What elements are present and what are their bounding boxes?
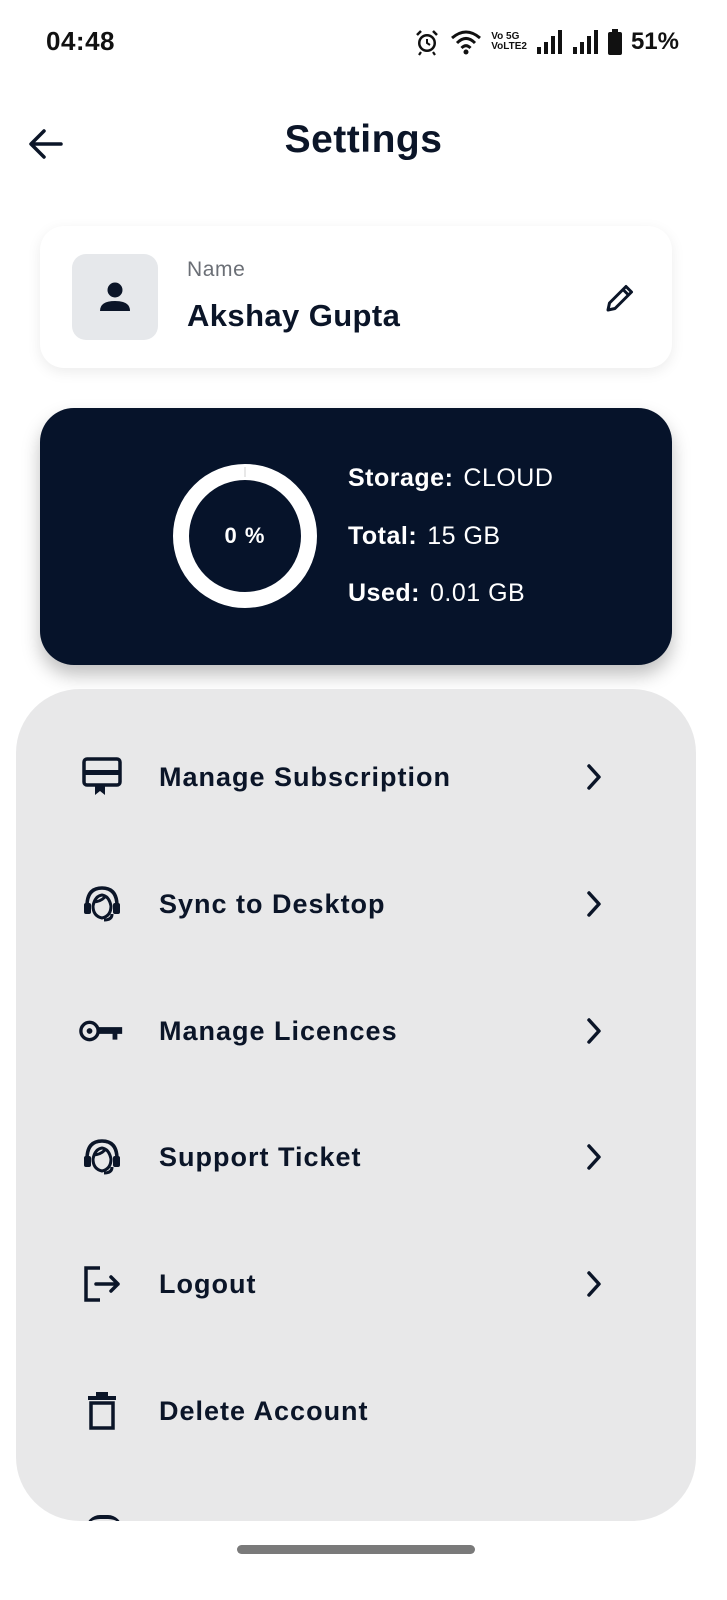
home-indicator[interactable]: [237, 1545, 475, 1554]
storage-type-value: CLOUD: [463, 464, 554, 492]
status-icons: Vo 5G VoLTE2 51%: [413, 24, 679, 60]
menu-item-label: Manage Subscription: [159, 761, 452, 792]
storage-total-value: 15 GB: [427, 522, 501, 550]
headset-agent-icon: [78, 880, 126, 928]
avatar: [72, 254, 158, 340]
signal-icon: [535, 29, 563, 55]
menu-item-label: Sync to Desktop: [159, 888, 386, 919]
key-icon: [78, 1007, 126, 1055]
menu-item-label: Logout: [159, 1268, 257, 1299]
profile-card: Name Akshay Gupta: [40, 226, 672, 368]
name-label: Name: [187, 258, 246, 281]
name-value: Akshay Gupta: [187, 298, 401, 333]
menu-item-label: Manage Licences: [159, 1015, 398, 1046]
chevron-right-icon: [580, 1137, 608, 1177]
trash-icon: [78, 1387, 126, 1435]
menu-item-delete-account[interactable]: Delete Account: [16, 1366, 696, 1456]
headset-agent-icon: [78, 1133, 126, 1181]
storage-total-row: Total: 15 GB: [348, 522, 501, 551]
storage-total-key: Total:: [348, 522, 418, 550]
volte-indicator: Vo 5G VoLTE2: [491, 32, 527, 52]
storage-used-key: Used:: [348, 579, 420, 607]
subscription-card-icon: [78, 753, 126, 801]
pencil-icon: [606, 285, 633, 312]
battery-icon: [607, 28, 623, 56]
logout-icon: [78, 1260, 126, 1308]
chevron-right-icon: [580, 1011, 608, 1051]
battery-percent: 51%: [630, 28, 679, 55]
volte-bottom: VoLTE2: [491, 41, 527, 52]
menu-item-manage-subscription[interactable]: Manage Subscription: [16, 732, 696, 822]
menu-item-logout[interactable]: Logout: [16, 1239, 696, 1329]
menu-item-support-ticket[interactable]: Support Ticket: [16, 1112, 696, 1202]
edit-name-button[interactable]: [598, 276, 642, 320]
storage-used-value: 0.01 GB: [429, 579, 526, 607]
alarm-icon: [413, 28, 441, 56]
status-time: 04:48: [46, 26, 115, 56]
chevron-right-icon: [580, 884, 608, 924]
page-title: Settings: [284, 118, 443, 161]
menu-item-label: Support Ticket: [159, 1141, 362, 1172]
chevron-right-icon: [580, 1264, 608, 1304]
next-menu-item-partial: [86, 1515, 122, 1521]
signal-icon: [571, 29, 599, 55]
menu-item-label: Delete Account: [159, 1395, 369, 1426]
menu-item-sync-to-desktop[interactable]: Sync to Desktop: [16, 859, 696, 949]
settings-menu: Manage Subscription Sync to Desktop Mana…: [16, 689, 696, 1521]
wifi-icon: [449, 28, 483, 56]
person-icon: [100, 282, 130, 311]
status-bar: 04:48 Vo 5G VoLTE2 51%: [0, 0, 727, 86]
storage-type-row: Storage: CLOUD: [348, 464, 553, 493]
menu-item-manage-licences[interactable]: Manage Licences: [16, 986, 696, 1076]
storage-percent: 0 %: [224, 523, 266, 548]
chevron-right-icon: [580, 757, 608, 797]
storage-card: 0 % Storage: CLOUD Total: 15 GB Used: 0.01 …: [40, 408, 672, 665]
storage-used-row: Used: 0.01 GB: [348, 579, 525, 608]
storage-type-key: Storage:: [348, 464, 454, 492]
